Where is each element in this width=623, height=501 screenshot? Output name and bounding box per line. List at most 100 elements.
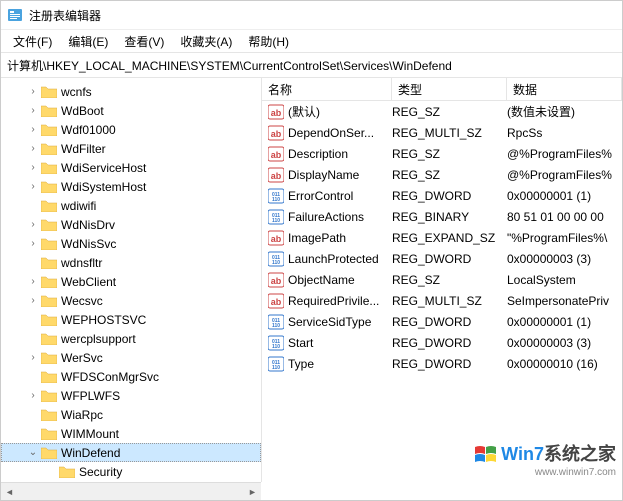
col-name[interactable]: 名称 <box>262 78 392 100</box>
regedit-icon <box>7 7 23 23</box>
tree-item-label: WFDSConMgrSvc <box>61 370 159 384</box>
expand-icon[interactable]: › <box>27 390 39 401</box>
tree-item-wdnisdrv[interactable]: › WdNisDrv <box>1 215 261 234</box>
expand-icon[interactable]: › <box>27 352 39 363</box>
expand-icon[interactable]: › <box>27 124 39 135</box>
value-type: REG_DWORD <box>392 336 507 350</box>
tree-item-wdboot[interactable]: › WdBoot <box>1 101 261 120</box>
value-name: Description <box>288 147 392 161</box>
value-row[interactable]: LaunchProtectedREG_DWORD0x00000003 (3) <box>262 248 622 269</box>
body: ›wcnfs›WdBoot›Wdf01000›WdFilter›WdiServi… <box>1 78 622 482</box>
value-row[interactable]: StartREG_DWORD0x00000003 (3) <box>262 332 622 353</box>
string-value-icon <box>268 293 284 309</box>
value-name: ImagePath <box>288 231 392 245</box>
col-data[interactable]: 数据 <box>507 78 622 100</box>
string-value-icon <box>268 125 284 141</box>
expand-icon[interactable]: ⌄ <box>27 447 39 458</box>
value-data: 0x00000001 (1) <box>507 315 622 329</box>
scroll-right-icon[interactable]: ► <box>244 483 261 500</box>
tree-item-label: wdnsfltr <box>61 256 102 270</box>
tree-item-wfplwfs[interactable]: ›WFPLWFS <box>1 386 261 405</box>
value-type: REG_DWORD <box>392 315 507 329</box>
tree-item-windefend[interactable]: ⌄WinDefend <box>1 443 261 462</box>
tree-item-label: WerSvc <box>61 351 103 365</box>
expand-icon[interactable]: › <box>27 162 39 173</box>
folder-icon <box>59 465 75 478</box>
binary-value-icon <box>268 251 284 267</box>
tree-scrollbar-h[interactable]: ◄ ► <box>1 482 261 500</box>
value-data: RpcSs <box>507 126 622 140</box>
expand-icon[interactable]: › <box>27 276 39 287</box>
tree-item-wercplsupport[interactable]: wercplsupport <box>1 329 261 348</box>
expand-icon[interactable]: › <box>27 143 39 154</box>
value-row[interactable]: ObjectNameREG_SZLocalSystem <box>262 269 622 290</box>
tree-item-wfdsconmgrsvc[interactable]: WFDSConMgrSvc <box>1 367 261 386</box>
value-row[interactable]: (默认)REG_SZ(数值未设置) <box>262 101 622 122</box>
tree-item-wimmount[interactable]: WIMMount <box>1 424 261 443</box>
folder-icon <box>41 218 57 231</box>
value-row[interactable]: RequiredPrivile...REG_MULTI_SZSeImperson… <box>262 290 622 311</box>
value-name: LaunchProtected <box>288 252 392 266</box>
value-row[interactable]: DescriptionREG_SZ@%ProgramFiles% <box>262 143 622 164</box>
value-list[interactable]: 名称 类型 数据 (默认)REG_SZ(数值未设置)DependOnSer...… <box>262 78 622 482</box>
col-type[interactable]: 类型 <box>392 78 507 100</box>
tree-item-wdnsfltr[interactable]: wdnsfltr <box>1 253 261 272</box>
string-value-icon <box>268 146 284 162</box>
value-row[interactable]: DisplayNameREG_SZ@%ProgramFiles% <box>262 164 622 185</box>
tree-item-label: WdBoot <box>61 104 104 118</box>
watermark-brand: Win7 <box>501 444 544 464</box>
title-bar: 注册表编辑器 <box>1 1 622 30</box>
value-name: DisplayName <box>288 168 392 182</box>
expand-icon[interactable]: › <box>27 86 39 97</box>
scroll-left-icon[interactable]: ◄ <box>1 483 18 500</box>
value-row[interactable]: TypeREG_DWORD0x00000010 (16) <box>262 353 622 374</box>
folder-icon <box>41 332 57 345</box>
menu-view[interactable]: 查看(V) <box>116 31 172 52</box>
tree-item-wdiservicehost[interactable]: › WdiServiceHost <box>1 158 261 177</box>
tree-item-wcnfs[interactable]: ›wcnfs <box>1 82 261 101</box>
tree-item-wdisystemhost[interactable]: ›WdiSystemHost <box>1 177 261 196</box>
menu-edit[interactable]: 编辑(E) <box>60 31 116 52</box>
expand-icon[interactable]: › <box>27 105 39 116</box>
tree-item-wdiwifi[interactable]: wdiwifi <box>1 196 261 215</box>
value-name: ServiceSidType <box>288 315 392 329</box>
value-row[interactable]: ServiceSidTypeREG_DWORD0x00000001 (1) <box>262 311 622 332</box>
tree-item-label: wdiwifi <box>61 199 96 213</box>
expand-icon[interactable]: › <box>27 295 39 306</box>
tree-item-label: WdiServiceHost <box>61 161 146 175</box>
value-data: "%ProgramFiles%\ <box>507 231 622 245</box>
string-value-icon <box>268 272 284 288</box>
value-row[interactable]: DependOnSer...REG_MULTI_SZRpcSs <box>262 122 622 143</box>
tree-item-wdf01000[interactable]: ›Wdf01000 <box>1 120 261 139</box>
value-row[interactable]: ImagePathREG_EXPAND_SZ"%ProgramFiles%\ <box>262 227 622 248</box>
tree-item-security[interactable]: Security <box>1 462 261 481</box>
menu-help[interactable]: 帮助(H) <box>240 31 297 52</box>
registry-tree[interactable]: ›wcnfs›WdBoot›Wdf01000›WdFilter›WdiServi… <box>1 78 262 482</box>
tree-item-wersvc[interactable]: › WerSvc <box>1 348 261 367</box>
value-type: REG_BINARY <box>392 210 507 224</box>
folder-icon <box>41 408 57 421</box>
folder-icon <box>41 389 57 402</box>
expand-icon[interactable]: › <box>27 238 39 249</box>
value-row[interactable]: FailureActionsREG_BINARY80 51 01 00 00 0… <box>262 206 622 227</box>
tree-item-label: WdFilter <box>61 142 106 156</box>
address-bar[interactable]: 计算机\HKEY_LOCAL_MACHINE\SYSTEM\CurrentCon… <box>1 53 622 78</box>
value-data: 0x00000010 (16) <box>507 357 622 371</box>
menu-file[interactable]: 文件(F) <box>5 31 60 52</box>
string-value-icon <box>268 230 284 246</box>
folder-icon <box>41 142 57 155</box>
tree-item-wdnissvc[interactable]: ›WdNisSvc <box>1 234 261 253</box>
tree-item-webclient[interactable]: ›WebClient <box>1 272 261 291</box>
tree-item-label: wercplsupport <box>61 332 136 346</box>
expand-icon[interactable]: › <box>27 181 39 192</box>
binary-value-icon <box>268 209 284 225</box>
value-row[interactable]: ErrorControlREG_DWORD0x00000001 (1) <box>262 185 622 206</box>
tree-item-label: WdNisDrv <box>61 218 115 232</box>
tree-item-wiarpc[interactable]: WiaRpc <box>1 405 261 424</box>
tree-item-wecsvc[interactable]: ›Wecsvc <box>1 291 261 310</box>
menu-favorites[interactable]: 收藏夹(A) <box>172 31 240 52</box>
expand-icon[interactable]: › <box>27 219 39 230</box>
tree-item-wdfilter[interactable]: › WdFilter <box>1 139 261 158</box>
menu-bar: 文件(F) 编辑(E) 查看(V) 收藏夹(A) 帮助(H) <box>1 30 622 53</box>
tree-item-wephostsvc[interactable]: WEPHOSTSVC <box>1 310 261 329</box>
